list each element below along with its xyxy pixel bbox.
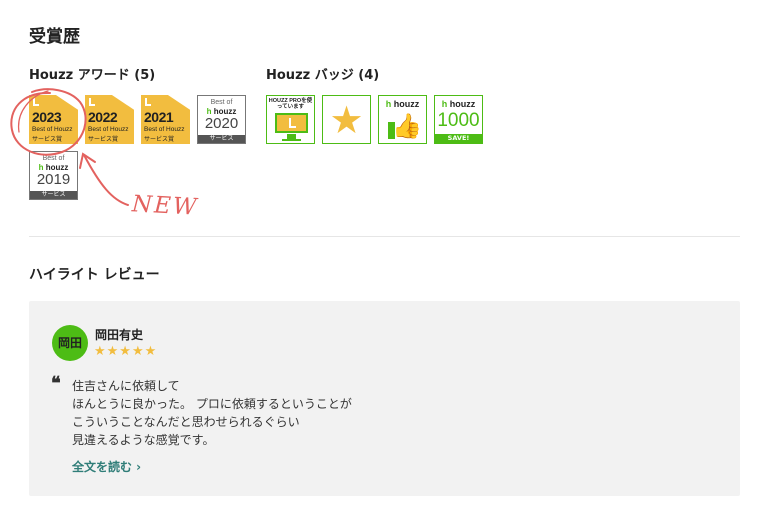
quote-icon: ❝	[51, 373, 61, 394]
badge-text: HOUZZ PROを使っています	[268, 98, 313, 110]
thumbs-up-icon: 👍	[392, 112, 422, 140]
award-line: Best of Houzz	[32, 126, 73, 133]
review-text: 住吉さんに依頼して ほんとうに良かった。 プロに依頼するということが こういうこ…	[72, 377, 352, 449]
award-bar: サービス	[30, 191, 77, 199]
award-bar: サービス	[198, 135, 245, 143]
houzz-logo-icon: h	[441, 99, 450, 109]
award-2022[interactable]: 2022 Best of Houzz サービス賞	[85, 95, 134, 144]
award-line: サービス賞	[144, 136, 175, 143]
monitor-base	[282, 139, 301, 141]
star-badge[interactable]: ★	[322, 95, 371, 144]
badge-save: SAVE!	[435, 134, 482, 143]
rating-stars-icon: ★★★★★	[94, 344, 158, 359]
houzz-1000-badge[interactable]: h houzz 1000 SAVE!	[434, 95, 483, 144]
badges-title: Houzz バッジ (4)	[266, 68, 380, 83]
houzz-pro-badge[interactable]: HOUZZ PROを使っています	[266, 95, 315, 144]
review-line: 見違えるような感覚です。	[72, 433, 215, 447]
houzz-logo-icon	[145, 98, 151, 106]
badge-number: 1000	[437, 110, 480, 131]
award-best-of: Best of	[42, 155, 65, 162]
read-full-review-link[interactable]: 全文を読む ›	[72, 458, 141, 475]
award-year: 2020	[204, 115, 239, 132]
award-2023[interactable]: 2023 Best of Houzz サービス賞	[29, 95, 78, 144]
star-icon: ★	[329, 98, 364, 142]
badge-brand: h houzz	[379, 99, 426, 109]
new-annotation-text: NEW	[131, 191, 200, 221]
houzz-logo-icon: h	[385, 99, 394, 109]
houzz-pro-monitor-icon	[275, 113, 308, 133]
review-card: 岡田 岡田有史 ★★★★★ ❝ 住吉さんに依頼して ほんとうに良かった。 プロに…	[29, 301, 740, 496]
review-line: 住吉さんに依頼して	[72, 379, 180, 393]
houzz-logo-icon	[33, 98, 39, 106]
section-title: 受賞歴	[29, 27, 80, 47]
review-line: こういうことなんだと思わせられるぐらい	[72, 415, 300, 429]
awards-title: Houzz アワード (5)	[29, 68, 156, 83]
award-year: 2021	[144, 109, 174, 125]
badge-brand: h houzz	[435, 99, 482, 109]
reviewer-name[interactable]: 岡田有史	[95, 326, 143, 343]
award-year: 2019	[36, 171, 71, 188]
award-line: Best of Houzz	[88, 126, 129, 133]
houzz-logo-icon	[89, 98, 95, 106]
badge-brand-text: houzz	[449, 99, 476, 109]
award-line: サービス賞	[88, 136, 119, 143]
avatar[interactable]: 岡田	[52, 325, 88, 361]
thumbs-up-badge[interactable]: h houzz 👍	[378, 95, 427, 144]
review-line: ほんとうに良かった。 プロに依頼するということが	[72, 397, 352, 411]
highlight-reviews-title: ハイライト レビュー	[29, 267, 160, 283]
award-line: サービス賞	[32, 136, 63, 143]
award-2020[interactable]: Best of h houzz 2020 サービス	[197, 95, 246, 144]
award-year: 2023	[32, 109, 62, 125]
badge-brand-text: houzz	[393, 99, 420, 109]
award-best-of: Best of	[210, 99, 233, 106]
award-line: Best of Houzz	[144, 126, 185, 133]
divider	[29, 236, 740, 237]
award-year: 2022	[88, 109, 118, 125]
award-2021[interactable]: 2021 Best of Houzz サービス賞	[141, 95, 190, 144]
award-2019[interactable]: Best of h houzz 2019 サービス	[29, 151, 78, 200]
